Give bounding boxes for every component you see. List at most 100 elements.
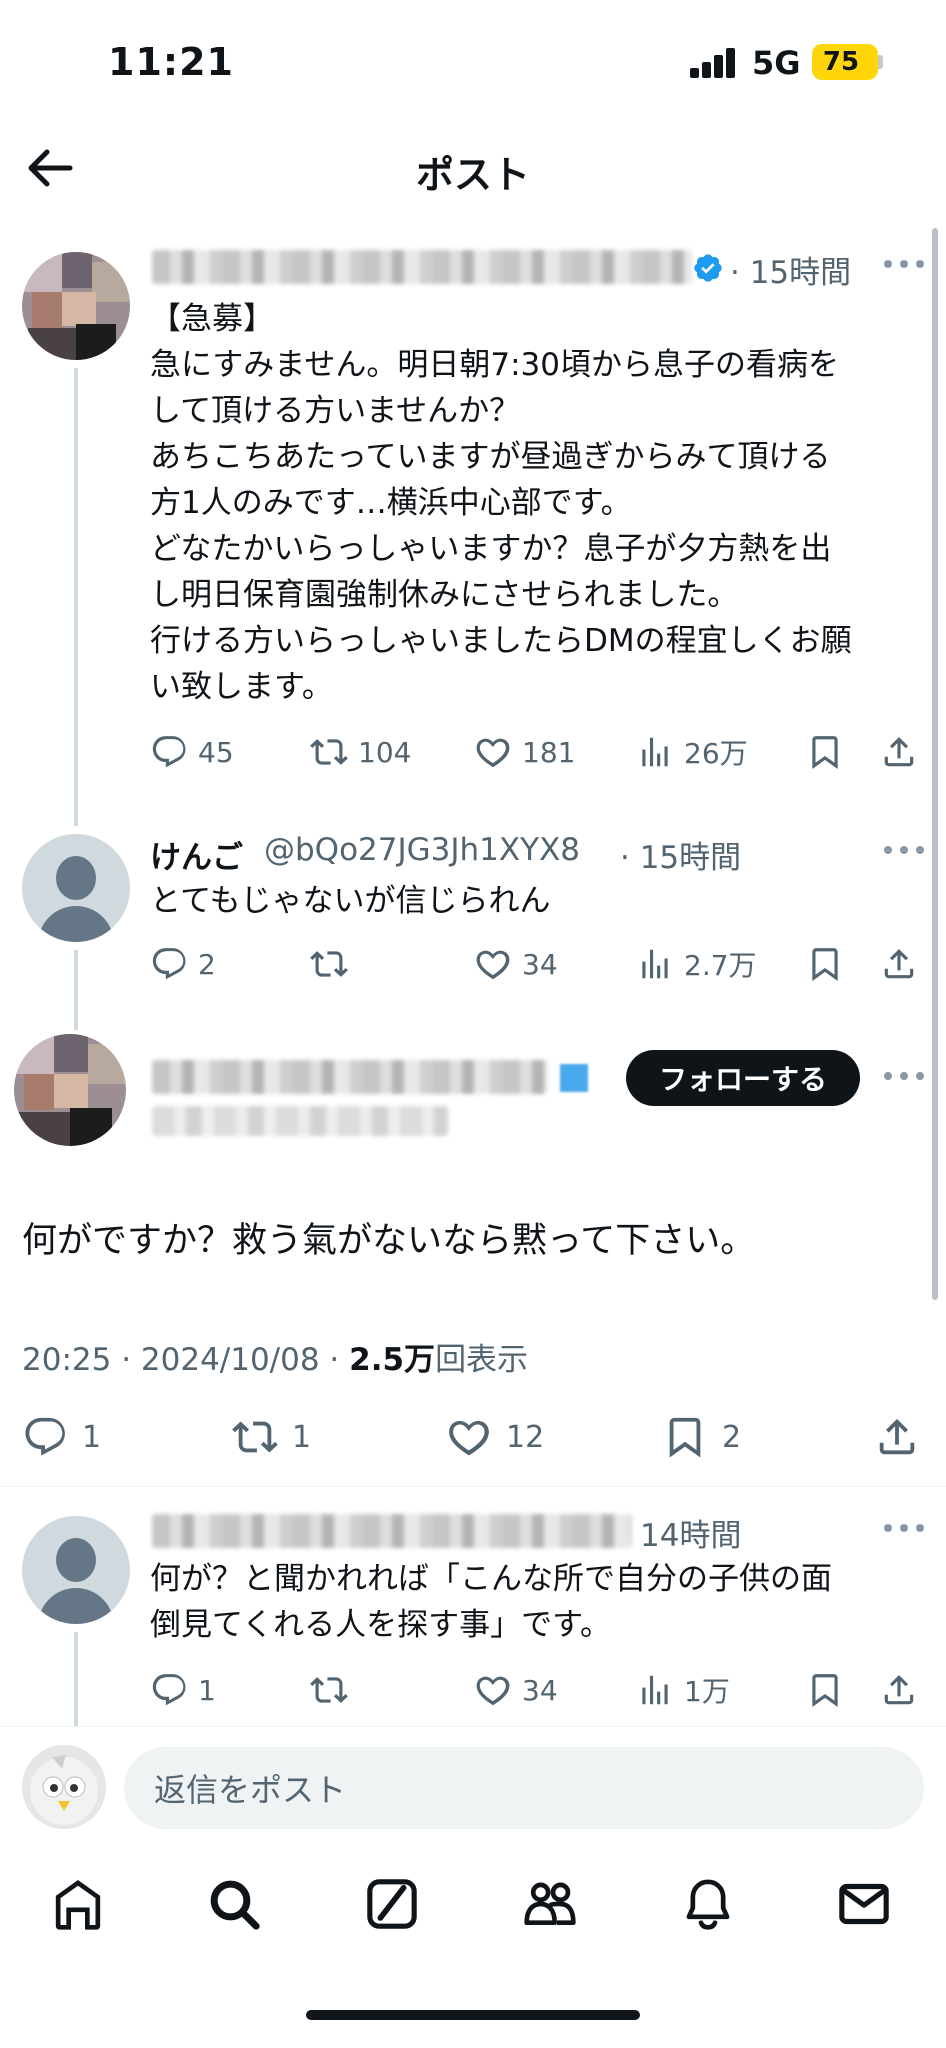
repost-button[interactable]: [310, 1668, 348, 1712]
share-icon: [874, 1414, 920, 1460]
heart-icon: [474, 733, 512, 771]
repost-button[interactable]: [310, 942, 348, 986]
bookmark-icon: [806, 1671, 844, 1709]
battery-tip: [878, 55, 883, 69]
network-type: 5G: [752, 44, 801, 82]
search-icon: [210, 1880, 260, 1930]
comment-icon: [150, 945, 188, 983]
home-indicator[interactable]: [306, 2010, 640, 2020]
share-button[interactable]: [874, 1412, 920, 1462]
tab-communities[interactable]: [520, 1874, 580, 1934]
reply-count: 2: [198, 947, 216, 981]
post-text-line: どなたかいらっしゃいますか？息子が夕方熱を出: [150, 531, 832, 567]
like-button[interactable]: 34: [474, 942, 558, 986]
reply-button[interactable]: 1: [150, 1668, 216, 1712]
post-text: 何がですか？救う氣がないなら黙って下さい。: [22, 1221, 756, 1261]
post-text-line: 行ける方いらっしゃいましたらDMの程宜しくお願: [150, 623, 852, 659]
communities-icon: [524, 1882, 576, 1925]
more-options-button[interactable]: [884, 1524, 924, 1536]
bookmark-icon: [806, 733, 844, 771]
bookmark-button[interactable]: [806, 942, 844, 986]
thread-line: [74, 950, 78, 1030]
post-text: とてもじゃないが信じられん: [150, 878, 551, 924]
views-label: 回表示: [435, 1342, 529, 1378]
post-text-line: 【急募】: [150, 301, 274, 337]
views-button[interactable]: 2.7万: [636, 942, 757, 986]
display-name-redacted[interactable]: [152, 1514, 632, 1548]
like-count: 181: [522, 735, 576, 769]
post-text-line: い致します。: [150, 669, 333, 705]
repost-icon: [310, 1671, 348, 1709]
views-button[interactable]: 1万: [636, 1668, 730, 1712]
bookmark-button[interactable]: 2: [662, 1412, 741, 1462]
post-time: · 15時間: [730, 255, 852, 291]
avatar[interactable]: [22, 252, 130, 360]
bookmark-button[interactable]: [806, 730, 844, 774]
furby-avatar-icon: [30, 1755, 98, 1825]
tab-home[interactable]: [48, 1874, 108, 1934]
user-handle[interactable]: @bQo27JG3Jh1XYX8: [264, 832, 580, 868]
repost-button[interactable]: 1: [232, 1412, 311, 1462]
mail-icon: [839, 1883, 889, 1925]
reply-input[interactable]: 返信をポスト: [124, 1747, 924, 1829]
like-button[interactable]: 181: [474, 730, 575, 774]
view-count: 2.5万: [349, 1342, 436, 1378]
divider: [0, 1486, 946, 1487]
reply-count: 1: [82, 1419, 102, 1455]
reply-count: 1: [198, 1673, 216, 1707]
reply-button[interactable]: 2: [150, 942, 216, 986]
display-name-redacted[interactable]: [152, 250, 692, 284]
more-options-button[interactable]: [884, 1072, 924, 1084]
user-handle-redacted[interactable]: [152, 1106, 448, 1136]
reply-button[interactable]: 1: [22, 1412, 101, 1462]
like-count: 34: [522, 947, 558, 981]
like-button[interactable]: 12: [446, 1412, 544, 1462]
heart-icon: [474, 945, 512, 983]
battery-icon: 75: [812, 44, 878, 80]
display-name-redacted[interactable]: [152, 1060, 548, 1094]
display-name[interactable]: けんご: [150, 832, 243, 877]
views-button[interactable]: 26万: [636, 730, 748, 774]
battery-level: 75: [822, 47, 860, 77]
bookmark-count: 2: [722, 1419, 742, 1455]
bookmark-button[interactable]: [806, 1668, 844, 1712]
reply-button[interactable]: 45: [150, 730, 234, 774]
heart-icon: [446, 1414, 492, 1460]
repost-count: 104: [358, 735, 412, 769]
like-button[interactable]: 34: [474, 1668, 558, 1712]
header: ポスト: [0, 120, 946, 220]
signal-icon: [690, 48, 736, 78]
post-timestamp: 20:25 · 2024/10/08 · 2.5万回表示: [22, 1334, 528, 1379]
status-bar: 11:21 5G 75: [0, 0, 946, 120]
home-icon: [55, 1879, 101, 1930]
post-actions: 1 34 1万: [150, 1668, 926, 1712]
grok-icon: [367, 1879, 417, 1929]
avatar[interactable]: [14, 1034, 126, 1146]
post-time: 14時間: [640, 1518, 742, 1554]
post-actions: 1 1 12 2: [22, 1412, 926, 1462]
scrollbar[interactable]: [932, 228, 938, 1300]
post-text: 【急募】 急にすみません。明日朝7:30頃から息子の看病を して頂ける方いません…: [150, 296, 852, 710]
repost-count: 1: [292, 1419, 312, 1455]
tab-messages[interactable]: [834, 1874, 894, 1934]
follow-button[interactable]: フォローする: [626, 1050, 860, 1106]
more-options-button[interactable]: [884, 846, 924, 858]
repost-button[interactable]: 104: [310, 730, 411, 774]
thread-line: [74, 1632, 78, 1726]
share-button[interactable]: [880, 942, 918, 986]
share-icon: [880, 1671, 918, 1709]
avatar[interactable]: [22, 1516, 130, 1624]
share-icon: [880, 945, 918, 983]
view-count: 2.7万: [684, 949, 757, 982]
avatar[interactable]: [22, 834, 130, 942]
share-button[interactable]: [880, 1668, 918, 1712]
bookmark-icon: [662, 1414, 708, 1460]
tab-search[interactable]: [204, 1874, 264, 1934]
tab-notifications[interactable]: [678, 1874, 738, 1934]
more-options-button[interactable]: [884, 260, 924, 272]
post-text-line: して頂ける方いませんか？: [150, 393, 521, 429]
share-button[interactable]: [880, 730, 918, 774]
my-avatar[interactable]: [22, 1745, 106, 1829]
repost-icon: [232, 1414, 278, 1460]
tab-grok[interactable]: [362, 1874, 422, 1934]
